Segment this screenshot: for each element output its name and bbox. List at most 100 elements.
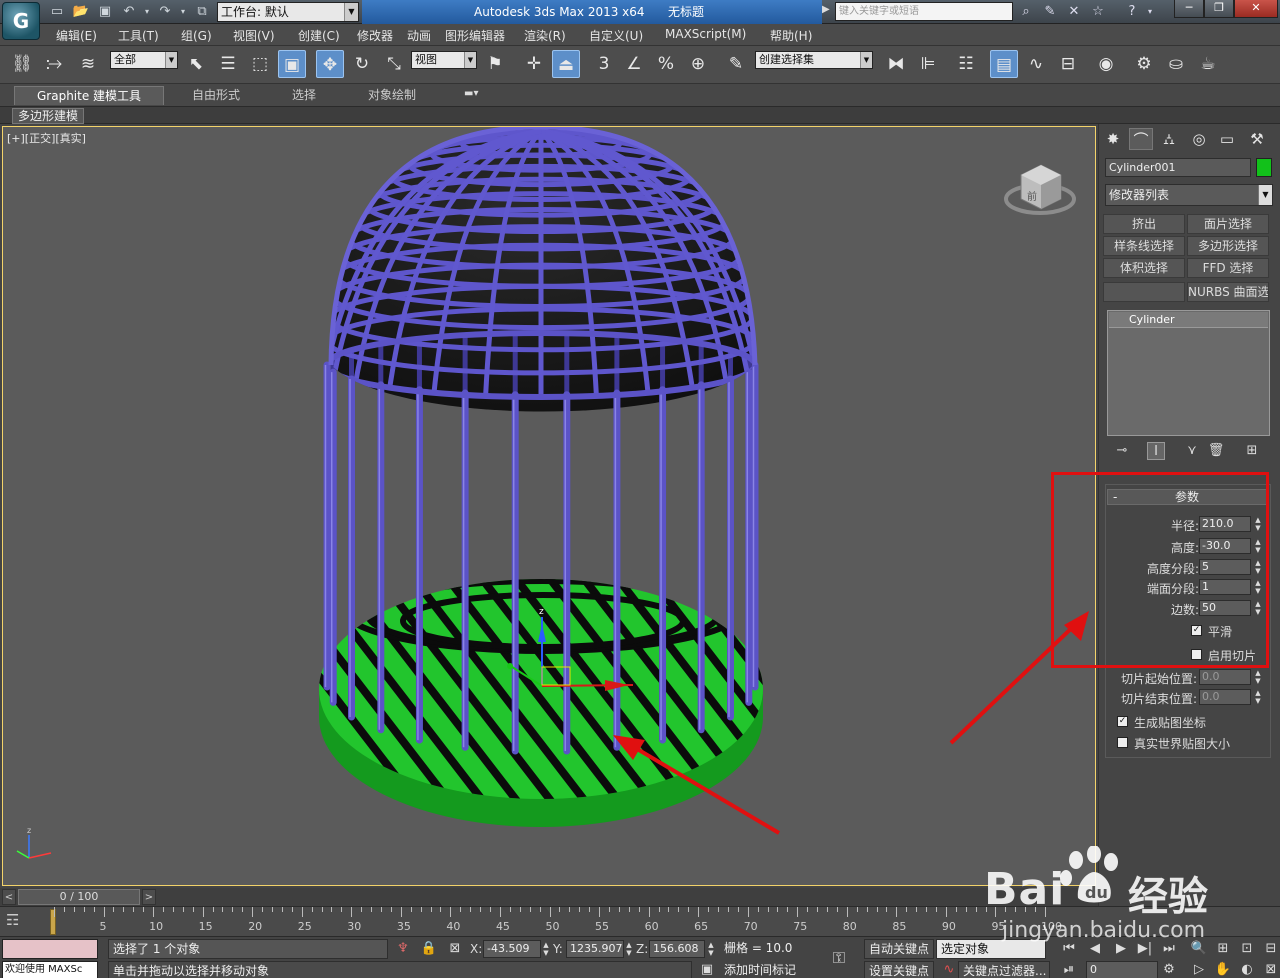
configure-sets-icon[interactable]: ⊞	[1243, 442, 1261, 460]
tab-polygon-modeling[interactable]: 多边形建模	[12, 108, 85, 124]
time-tag-icon[interactable]: ▣	[698, 961, 716, 978]
zoom-all-icon[interactable]: ⊞	[1214, 940, 1232, 958]
spinner-icon[interactable]: ▲ ▼	[706, 941, 716, 957]
y-coord-field[interactable]: 1235.907	[566, 940, 624, 958]
help-icon[interactable]: ?	[1122, 3, 1142, 21]
time-slider-thumb[interactable]: 0 / 100	[18, 889, 140, 905]
key-filters-button[interactable]: 关键点过滤器...	[958, 961, 1050, 978]
spinner-icon[interactable]: ▲ ▼	[1253, 669, 1263, 685]
select-by-name-icon[interactable]: ☰	[214, 50, 242, 78]
perspective-viewport[interactable]: z 前 z [+][正交][真实]	[2, 126, 1096, 886]
select-manipulate-icon[interactable]: ✛	[520, 50, 548, 78]
minimize-button[interactable]: ─	[1174, 0, 1204, 18]
display-tab-icon[interactable]: ▭	[1215, 128, 1239, 150]
orbit-icon[interactable]: ◐	[1238, 961, 1256, 978]
rectangle-selection-icon[interactable]: ⬚	[246, 50, 274, 78]
current-frame-field[interactable]: 0	[1086, 961, 1158, 978]
stack-item-cylinder[interactable]: Cylinder	[1109, 312, 1268, 328]
key-mode-toggle-icon[interactable]: ⏯	[1060, 961, 1078, 978]
favorites-star-icon[interactable]: ☆	[1088, 3, 1108, 21]
nurbs-surface-select-button[interactable]: NURBS 曲面选择	[1187, 282, 1269, 302]
undo-dropdown-icon[interactable]: ▾	[142, 3, 152, 20]
menu-group[interactable]: 组(G)	[181, 27, 212, 44]
absolute-mode-icon[interactable]: ⊠	[446, 940, 464, 958]
create-tab-icon[interactable]: ✸	[1101, 128, 1125, 150]
save-file-icon[interactable]: ▣	[96, 3, 114, 20]
render-teapot-icon[interactable]: ☕	[1194, 50, 1222, 78]
set-key-button[interactable]: 设置关键点	[864, 961, 934, 978]
add-time-tag-button[interactable]: 添加时间标记	[720, 961, 816, 978]
utilities-tab-icon[interactable]: ⚒	[1245, 128, 1269, 150]
time-config-icon[interactable]: ⚙	[1160, 961, 1178, 978]
menu-customize[interactable]: 自定义(U)	[589, 27, 643, 44]
spinner-icon[interactable]: ▲ ▼	[624, 941, 634, 957]
close-button[interactable]: ✕	[1234, 0, 1278, 18]
tab-graphite[interactable]: Graphite 建模工具	[14, 86, 165, 105]
patch-select-button[interactable]: 面片选择	[1187, 214, 1269, 234]
viewport-label[interactable]: [+][正交][真实]	[7, 130, 86, 146]
pan-icon[interactable]: ✋	[1214, 961, 1232, 978]
isolate-selection-icon[interactable]: ♆	[394, 940, 412, 958]
menu-view[interactable]: 视图(V)	[233, 27, 275, 44]
maxscript-mini-listener[interactable]: 欢迎使用 MAXSc	[2, 961, 98, 978]
scene-canvas[interactable]: z 前 z	[3, 127, 1096, 886]
help-dropdown-icon[interactable]: ▾	[1144, 3, 1156, 21]
open-file-icon[interactable]: 📂	[72, 3, 90, 20]
redo-icon[interactable]: ↷	[156, 3, 174, 20]
communication-icon[interactable]: ✕	[1064, 3, 1084, 21]
next-frame-arrow-icon[interactable]: >	[142, 889, 156, 905]
search-expand-icon[interactable]: ▶	[822, 4, 830, 15]
menu-animation[interactable]: 动画	[407, 27, 431, 44]
menu-maxscript[interactable]: MAXScript(M)	[665, 27, 746, 41]
selection-filter-dropdown[interactable]: 全部 ▼	[110, 51, 178, 69]
align-icon[interactable]: ⊫	[914, 50, 942, 78]
reference-coordinate-dropdown[interactable]: 视图 ▼	[411, 51, 477, 69]
select-object-icon[interactable]: ⬉	[182, 50, 210, 78]
curve-editor-icon[interactable]: ∿	[1022, 50, 1050, 78]
hierarchy-tab-icon[interactable]: ⛼	[1157, 128, 1181, 150]
modifier-stack[interactable]: Cylinder	[1107, 310, 1270, 436]
slice-from-field[interactable]: 0.0	[1199, 669, 1251, 685]
rendered-frame-icon[interactable]: ⛀	[1162, 50, 1190, 78]
gen-mapping-checkbox[interactable]: ✓	[1117, 716, 1128, 727]
object-color-swatch[interactable]	[1256, 158, 1272, 177]
gizmo-y-handle[interactable]	[507, 663, 513, 669]
prev-frame-arrow-icon[interactable]: <	[2, 889, 16, 905]
bind-space-warp-icon[interactable]: ≋	[74, 50, 102, 78]
percent-snap-icon[interactable]: %	[652, 50, 680, 78]
set-key-icon[interactable]: ⚿	[830, 949, 848, 967]
new-file-icon[interactable]: ▭	[48, 3, 66, 20]
auto-key-button[interactable]: 自动关键点	[864, 939, 934, 959]
snaps-toggle-icon[interactable]: 3	[590, 50, 618, 78]
x-coord-field[interactable]: -43.509	[483, 940, 541, 958]
undo-icon[interactable]: ↶	[120, 3, 138, 20]
maxscript-listener-field[interactable]	[2, 939, 98, 959]
menu-edit[interactable]: 编辑(E)	[56, 27, 97, 44]
window-crossing-icon[interactable]: ▣	[278, 50, 306, 78]
pivot-point-center-icon[interactable]: ⚑	[481, 50, 509, 78]
angle-snap-icon[interactable]: ∠	[620, 50, 648, 78]
subscription-icon[interactable]: ✎	[1040, 3, 1060, 21]
make-unique-icon[interactable]: ⋎	[1183, 442, 1201, 460]
spinner-icon[interactable]: ▲ ▼	[541, 941, 551, 957]
workspace-dropdown[interactable]: 工作台: 默认 ▼	[217, 2, 359, 22]
named-selection-set-dropdown[interactable]: 创建选择集 ▼	[755, 51, 873, 69]
modify-tab-icon[interactable]: ⌒	[1129, 128, 1153, 150]
graphite-toggle-icon[interactable]: ▤	[990, 50, 1018, 78]
field-of-view-icon[interactable]: ▷	[1190, 961, 1208, 978]
spline-select-button[interactable]: 样条线选择	[1103, 236, 1185, 256]
extrude-modifier-button[interactable]: 挤出	[1103, 214, 1185, 234]
select-and-rotate-icon[interactable]: ↻	[348, 50, 376, 78]
menu-graph-editors[interactable]: 图形编辑器	[445, 27, 505, 44]
material-editor-icon[interactable]: ◉	[1092, 50, 1120, 78]
menu-rendering[interactable]: 渲染(R)	[524, 27, 566, 44]
tab-object-paint[interactable]: 对象绘制	[356, 86, 428, 105]
poly-select-button[interactable]: 多边形选择	[1187, 236, 1269, 256]
modifier-list-dropdown[interactable]: 修改器列表 ▼	[1105, 184, 1273, 206]
link-icon[interactable]: ⛓	[8, 50, 36, 78]
slice-to-field[interactable]: 0.0	[1199, 689, 1251, 705]
edit-named-selection-icon[interactable]: ✎	[722, 50, 750, 78]
schematic-view-icon[interactable]: ⊟	[1054, 50, 1082, 78]
time-slider[interactable]: < 0 / 100 >	[0, 888, 1098, 906]
unlink-icon[interactable]: ⧴	[40, 50, 68, 78]
